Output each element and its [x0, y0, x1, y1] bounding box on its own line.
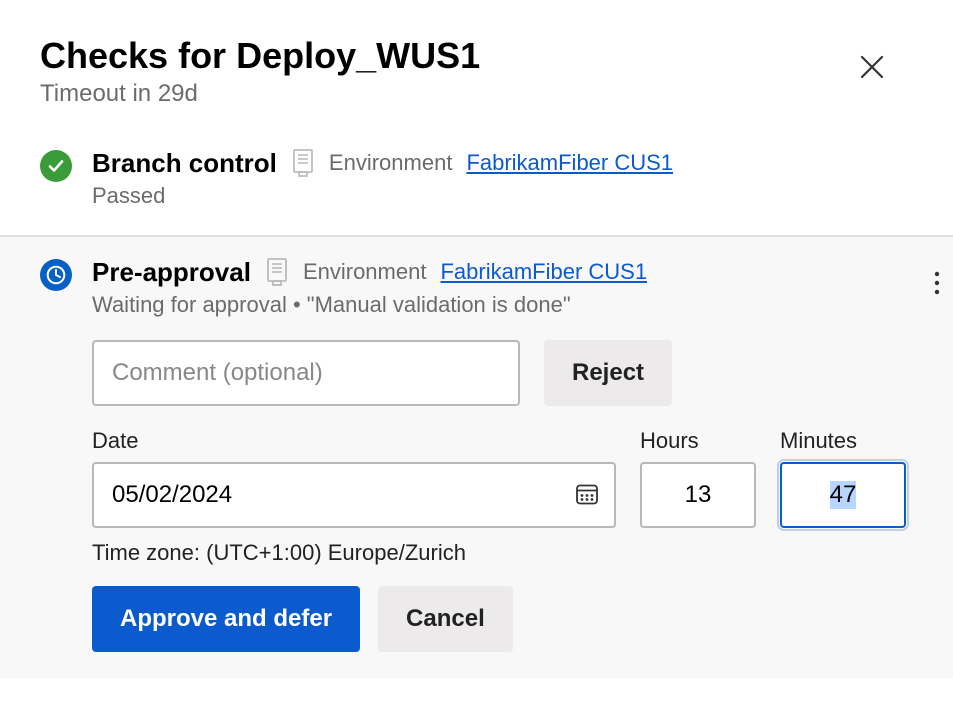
environment-link[interactable]: FabrikamFiber CUS1	[466, 150, 673, 176]
reject-button[interactable]: Reject	[544, 340, 672, 406]
hours-input[interactable]	[640, 462, 756, 528]
panel-title: Checks for Deploy_WUS1	[40, 36, 480, 76]
environment-icon	[265, 258, 289, 286]
comment-input[interactable]	[92, 340, 520, 406]
date-label: Date	[92, 428, 616, 454]
close-button[interactable]	[851, 46, 893, 91]
status-waiting-icon	[40, 259, 72, 291]
panel-header: Checks for Deploy_WUS1 Timeout in 29d	[0, 0, 953, 128]
approve-and-defer-button[interactable]: Approve and defer	[92, 586, 360, 652]
check-status: Passed	[92, 183, 913, 209]
check-pre-approval: Pre-approval Environment FabrikamFiber C…	[0, 235, 953, 678]
hours-label: Hours	[640, 428, 756, 454]
calendar-icon	[574, 480, 600, 506]
more-vertical-icon	[934, 271, 940, 295]
environment-label: Environment	[303, 259, 427, 285]
timezone-text: Time zone: (UTC+1:00) Europe/Zurich	[92, 540, 906, 566]
check-title: Pre-approval	[92, 257, 251, 288]
status-passed-icon	[40, 150, 72, 182]
check-title: Branch control	[92, 148, 277, 179]
minutes-input[interactable]	[780, 462, 906, 528]
environment-icon	[291, 149, 315, 177]
date-input[interactable]	[92, 462, 616, 528]
check-status: Waiting for approval • "Manual validatio…	[92, 292, 906, 318]
environment-label: Environment	[329, 150, 453, 176]
cancel-button[interactable]: Cancel	[378, 586, 513, 652]
environment-link[interactable]: FabrikamFiber CUS1	[440, 259, 647, 285]
close-icon	[859, 54, 885, 80]
calendar-button[interactable]	[570, 476, 604, 513]
more-actions-button[interactable]	[926, 263, 948, 306]
check-branch-control: Branch control Environment FabrikamFiber…	[0, 128, 953, 235]
panel-subtitle: Timeout in 29d	[40, 80, 480, 108]
minutes-label: Minutes	[780, 428, 906, 454]
